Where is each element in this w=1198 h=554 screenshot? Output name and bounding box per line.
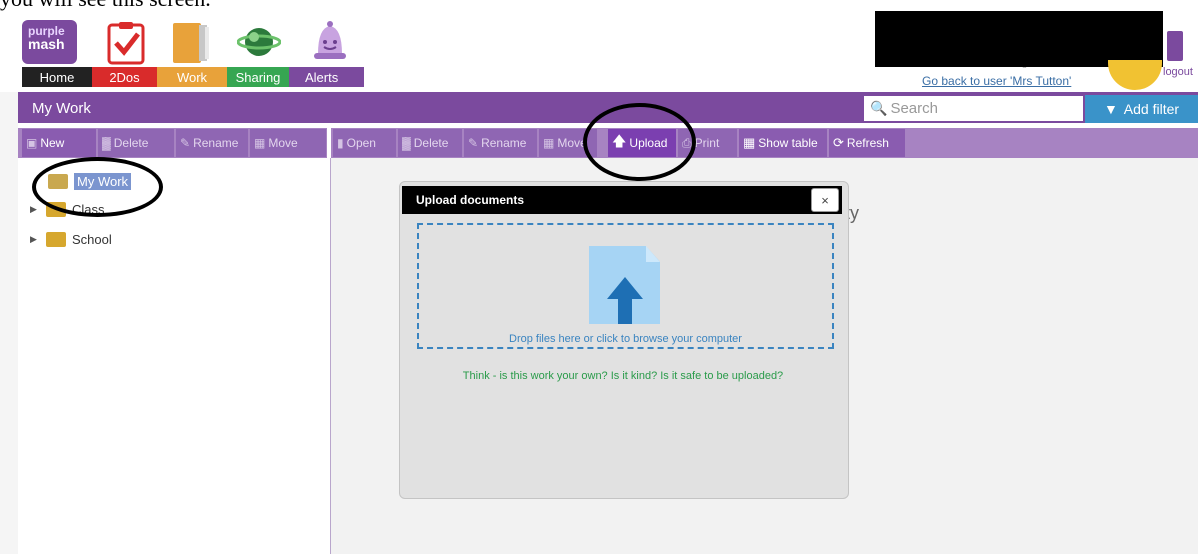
left-delete-label: Delete (113, 136, 149, 150)
table-icon: ▦ (743, 135, 756, 150)
expand-arrow-icon[interactable]: ▶ (30, 204, 40, 215)
show-table-label: Show table (758, 136, 818, 150)
search-placeholder: Search (890, 100, 938, 117)
highlight-oval-upload (583, 103, 696, 181)
trash-icon: ▓ (402, 136, 411, 150)
work-folder-icon[interactable] (171, 21, 211, 63)
add-filter-button[interactable]: ▼ Add filter (1085, 95, 1198, 123)
tree-label-school: School (72, 232, 112, 247)
logout-door-icon[interactable] (1167, 31, 1183, 61)
refresh-icon: ⟳ (833, 135, 844, 150)
todo-clipboard-icon[interactable] (107, 21, 147, 65)
school-folder-icon (46, 232, 66, 247)
pencil-icon: ✎ (468, 136, 479, 150)
move-icon: ▦ (254, 136, 266, 150)
refresh-label: Refresh (846, 136, 889, 150)
purple-mash-logo[interactable]: purple mash (22, 20, 77, 64)
drop-instructions[interactable]: Drop files here or click to browse your … (417, 333, 834, 345)
new-button[interactable]: ▣ New (22, 129, 96, 157)
safety-reminder: Think - is this work your own? Is it kin… (462, 370, 784, 382)
highlight-oval-my-work (32, 157, 163, 217)
rename-label: Rename (481, 136, 527, 150)
show-table-button[interactable]: ▦ Show table (739, 129, 827, 157)
add-filter-label: Add filter (1123, 101, 1180, 117)
alerts-bell-icon[interactable] (310, 20, 350, 60)
search-input[interactable]: 🔍 Search (864, 96, 1083, 121)
go-back-link[interactable]: Go back to user 'Mrs Tutton' (922, 74, 1071, 88)
delete-button[interactable]: ▓ Delete (398, 129, 462, 157)
nav-tab-home[interactable]: Home (22, 67, 92, 87)
delete-label: Delete (413, 136, 449, 150)
logo-line2: mash (28, 36, 65, 52)
search-icon: 🔍 (870, 100, 888, 116)
expand-arrow-icon[interactable]: ▶ (30, 234, 40, 245)
file-icon: ▮ (337, 136, 344, 150)
open-label: Open (346, 136, 376, 150)
nav-tab-alerts[interactable]: Alerts (289, 67, 364, 87)
close-button[interactable]: × (811, 188, 839, 212)
nav-tab-work[interactable]: Work (157, 67, 227, 87)
left-rename-label: Rename (193, 136, 239, 150)
avatar[interactable] (1108, 60, 1162, 90)
nav-tab-sharing[interactable]: Sharing (227, 67, 289, 87)
sharing-globe-icon[interactable] (236, 22, 282, 62)
nav-tab-2dos[interactable]: 2Dos (92, 67, 157, 87)
redaction-box (875, 11, 1163, 67)
rename-button[interactable]: ✎ Rename (464, 129, 537, 157)
new-label: New (40, 136, 65, 150)
tree-item-school[interactable]: ▶ School (30, 232, 112, 247)
logout-link[interactable]: logout (1163, 66, 1193, 78)
refresh-button[interactable]: ⟳ Refresh (829, 129, 905, 157)
page-title: My Work (32, 100, 91, 117)
print-label: Print (694, 136, 720, 150)
left-move-label: Move (268, 136, 298, 150)
upload-arrow-icon (605, 275, 645, 330)
left-delete-button[interactable]: ▓ Delete (98, 129, 174, 157)
folder-tree-panel (18, 158, 331, 554)
dialog-title: Upload documents (402, 186, 842, 214)
left-move-button[interactable]: ▦ Move (250, 129, 326, 157)
move-icon: ▦ (543, 136, 555, 150)
left-margin (0, 92, 18, 554)
open-button[interactable]: ▮ Open (333, 129, 396, 157)
page-caption: you will see this screen. (0, 0, 211, 12)
pencil-icon: ✎ (180, 136, 191, 150)
trash-icon: ▓ (102, 136, 111, 150)
filter-icon: ▼ (1103, 101, 1118, 117)
left-rename-button[interactable]: ✎ Rename (176, 129, 248, 157)
plus-folder-icon: ▣ (26, 136, 38, 150)
